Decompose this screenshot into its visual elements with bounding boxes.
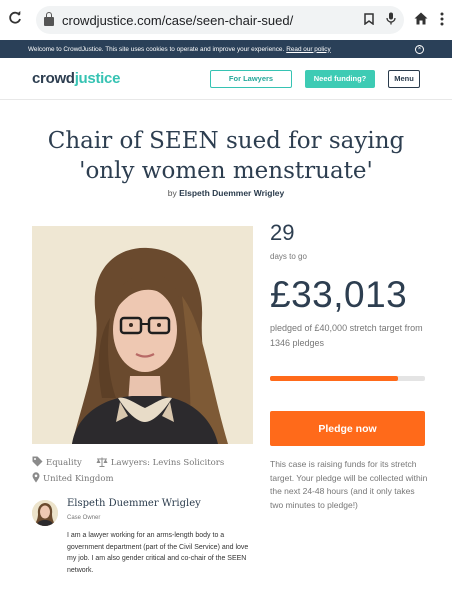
- tag-category[interactable]: Equality: [32, 456, 82, 470]
- site-header: crowdjustice For Lawyers Need funding? M…: [0, 58, 452, 100]
- need-funding-button[interactable]: Need funding?: [305, 69, 375, 88]
- close-icon[interactable]: ×: [415, 44, 424, 54]
- amount-raised: £33,013: [270, 274, 408, 315]
- cookie-banner: Welcome to CrowdJustice. This site uses …: [0, 40, 452, 58]
- logo-part-crowd: crowd: [32, 70, 75, 87]
- byline: by Elspeth Duemmer Wrigley: [0, 188, 452, 198]
- cookie-text: Welcome to CrowdJustice. This site uses …: [28, 45, 285, 53]
- days-remaining-label: days to go: [270, 252, 307, 261]
- tag-icon: [32, 456, 43, 470]
- progress-bar: [270, 376, 425, 381]
- stretch-target-note: This case is raising funds for its stret…: [270, 459, 428, 510]
- lock-icon: [44, 12, 54, 26]
- home-icon[interactable]: [414, 12, 428, 29]
- tag-location[interactable]: United Kingdom: [32, 472, 114, 486]
- pledge-now-button[interactable]: Pledge now: [270, 411, 425, 446]
- menu-button[interactable]: Menu: [388, 69, 420, 88]
- byline-author[interactable]: Elspeth Duemmer Wrigley: [179, 188, 284, 198]
- policy-link[interactable]: Read our policy: [286, 46, 330, 53]
- scales-icon: [96, 457, 108, 470]
- tag-category-label: Equality: [46, 458, 82, 468]
- byline-prefix: by: [167, 188, 177, 198]
- browser-toolbar: crowdjustice.com/case/seen-chair-sued/: [0, 0, 452, 40]
- case-photo: [32, 226, 253, 444]
- days-remaining: 29: [270, 220, 295, 245]
- owner-name[interactable]: Elspeth Duemmer Wrigley: [67, 498, 201, 509]
- tag-lawyers[interactable]: Lawyers: Levins Solicitors: [96, 457, 224, 470]
- location-pin-icon: [32, 472, 40, 486]
- for-lawyers-button[interactable]: For Lawyers: [210, 69, 292, 88]
- pledged-summary: pledged of £40,000 stretch target from 1…: [270, 323, 423, 348]
- mic-icon[interactable]: [386, 12, 396, 28]
- tag-location-label: United Kingdom: [43, 474, 114, 484]
- crowdjustice-logo[interactable]: crowdjustice: [32, 70, 120, 87]
- avatar[interactable]: [32, 500, 58, 526]
- reload-icon[interactable]: [8, 11, 28, 29]
- case-tags: Equality Lawyers: Levins Solicitors Unit…: [32, 455, 238, 487]
- bookmark-icon[interactable]: [364, 12, 374, 28]
- url-text[interactable]: crowdjustice.com/case/seen-chair-sued/: [62, 13, 352, 28]
- progress-bar-fill: [270, 376, 398, 381]
- case-title: Chair of SEEN sued for saying 'only wome…: [47, 128, 405, 184]
- logo-part-justice: justice: [74, 70, 121, 87]
- owner-role: Case Owner: [67, 515, 101, 521]
- address-bar[interactable]: crowdjustice.com/case/seen-chair-sued/: [36, 6, 404, 34]
- more-icon[interactable]: [440, 12, 444, 29]
- tag-lawyers-label: Lawyers: Levins Solicitors: [110, 458, 225, 468]
- owner-bio: I am a lawyer working for an arms-length…: [67, 532, 249, 574]
